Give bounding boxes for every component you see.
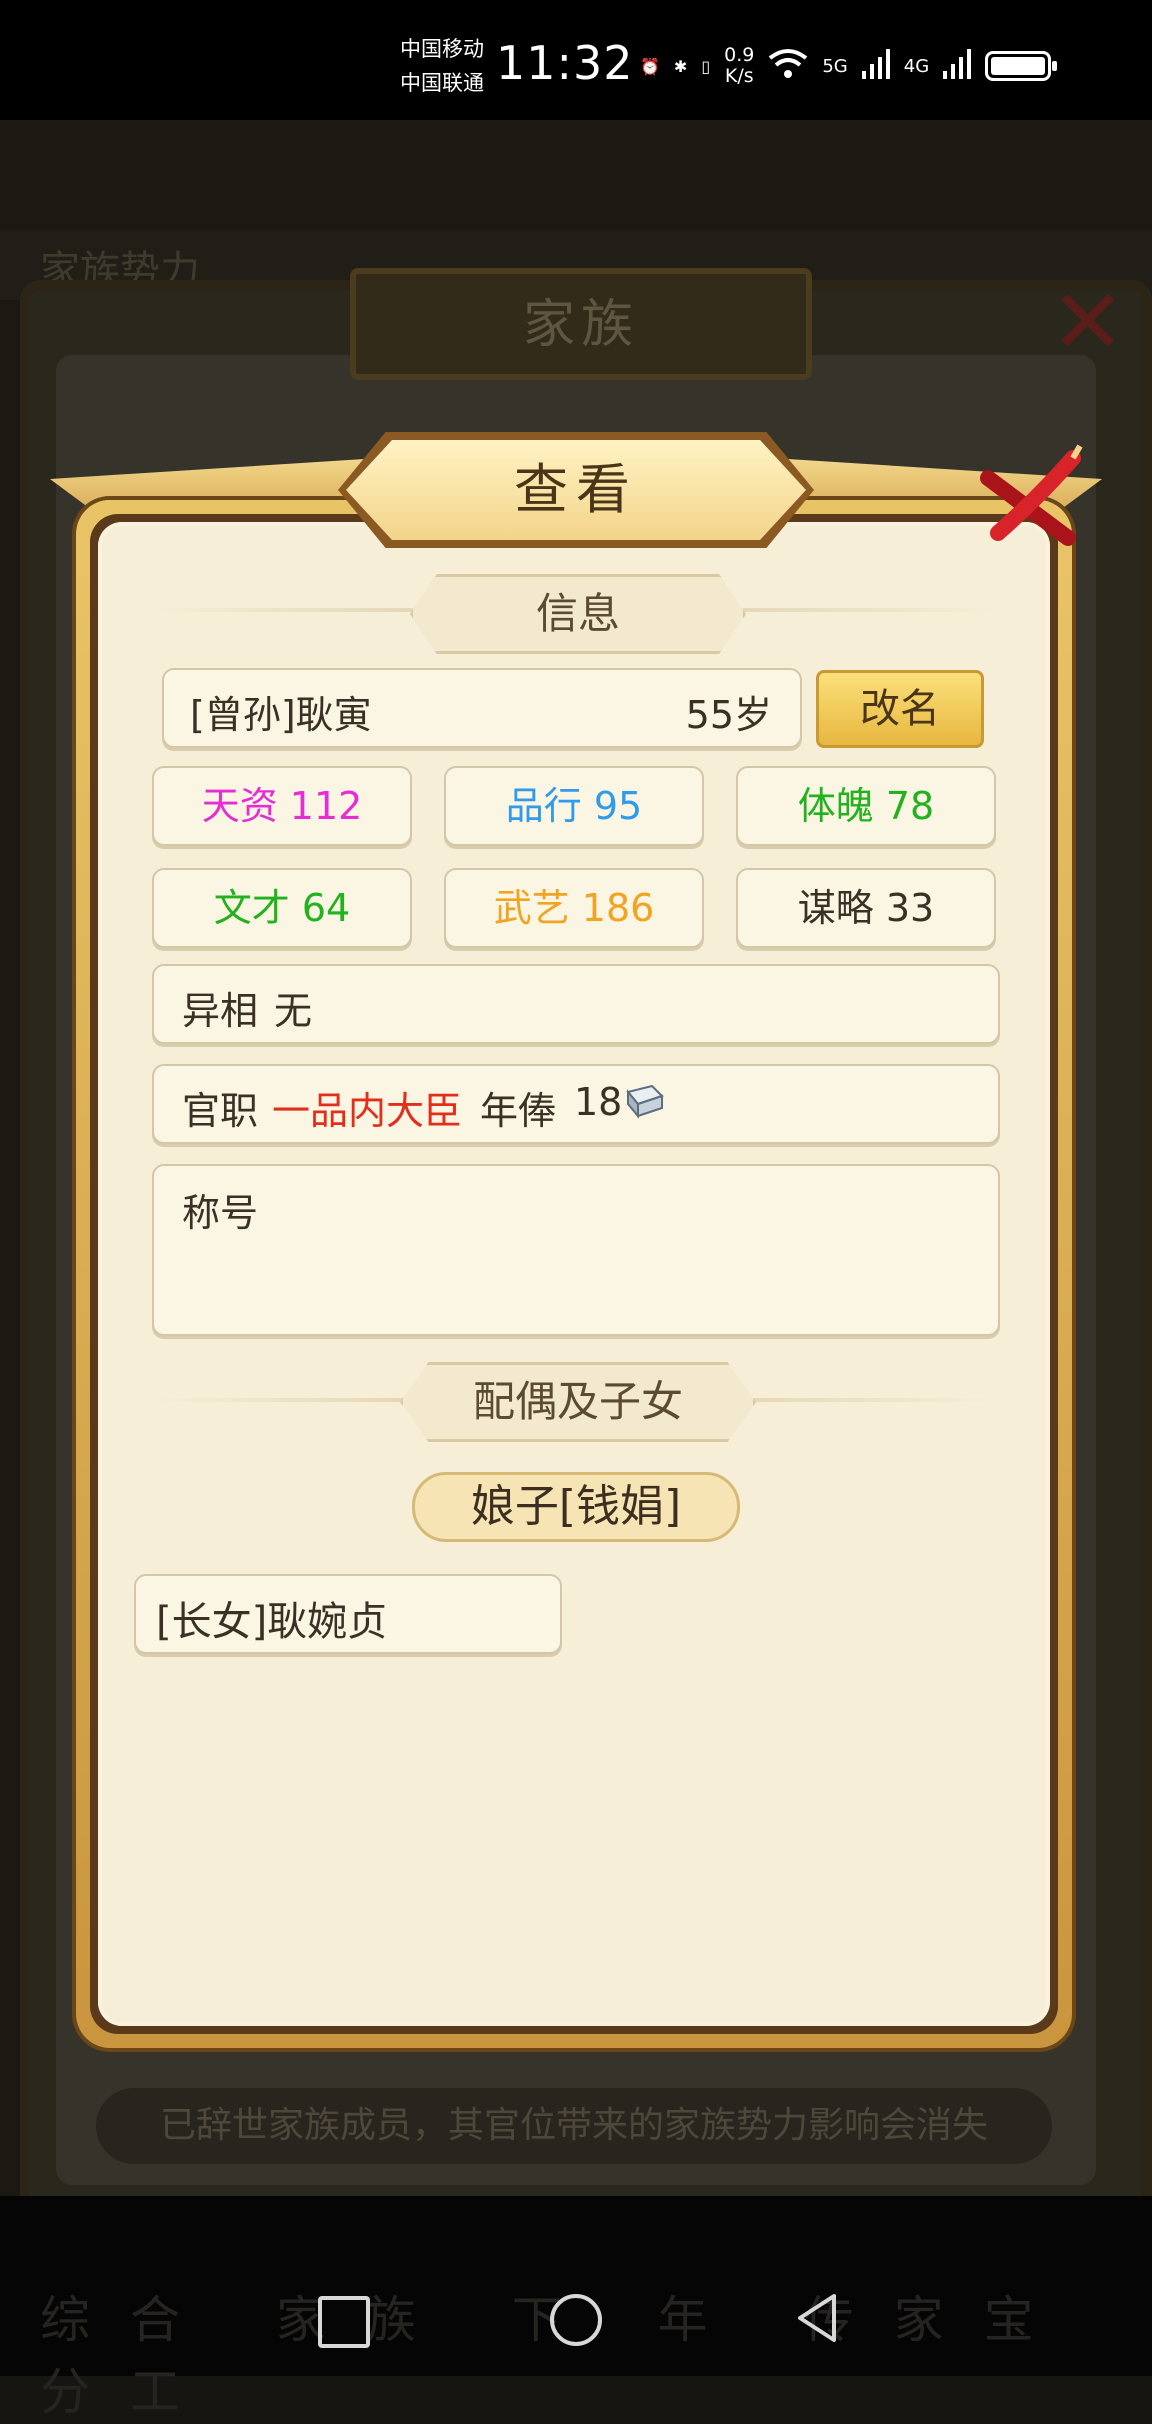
office-label: 官职: [182, 1089, 259, 1133]
stat-conduct-text: 品行 95: [505, 784, 643, 828]
trait-box: 异相 无: [152, 964, 1000, 1044]
salary-label: 年俸: [480, 1089, 557, 1133]
member-name: [曾孙]耿寅: [190, 693, 372, 737]
modal-title: 查看: [514, 458, 638, 521]
background-close-icon: ✕: [1050, 270, 1126, 375]
stat-literary-text: 文才 64: [213, 886, 351, 930]
back-button[interactable]: [790, 2290, 850, 2350]
stat-conduct: 品行 95: [444, 766, 704, 846]
signal-4g-label: 4G: [903, 55, 930, 77]
trait-label: 异相: [182, 989, 259, 1033]
signal-bars-icon-2: [943, 49, 972, 83]
honorific-box: 称号: [152, 1164, 1000, 1336]
wifi-icon: [768, 48, 808, 84]
stat-strategy: 谋略 33: [736, 868, 996, 948]
child-name: [长女]耿婉贞: [156, 1599, 388, 1645]
silver-ingot-icon: [622, 1082, 666, 1124]
office-box: 官职 一品内大臣 年俸 18: [152, 1064, 1000, 1144]
honorific-label: 称号: [182, 1191, 259, 1235]
signal-5g-label: 5G: [822, 55, 848, 77]
spouse-plate[interactable]: 娘子[钱娟]: [412, 1472, 740, 1542]
member-name-box: [曾孙]耿寅 55岁: [162, 668, 802, 748]
stat-martial: 武艺 186: [444, 868, 704, 948]
bluetooth-icon: ✱: [673, 56, 688, 76]
stat-literary: 文才 64: [152, 868, 412, 948]
trait-value: 无: [274, 989, 313, 1033]
home-button[interactable]: [546, 2290, 606, 2350]
signal-bars-icon: [861, 49, 890, 83]
member-age: 55岁: [685, 693, 772, 737]
carrier-1: 中国移动: [400, 37, 484, 61]
family-section-header: 配偶及子女: [400, 1362, 756, 1442]
spouse-name: 娘子[钱娟]: [470, 1481, 682, 1532]
net-speed-unit: K/s: [724, 65, 754, 87]
status-icons: ⏰ ✱ ▯ 0.9 K/s 5G 4G: [640, 42, 1058, 90]
clock: 11:32: [496, 36, 634, 90]
stat-physique: 体魄 78: [736, 766, 996, 846]
stat-physique-text: 体魄 78: [797, 784, 935, 828]
net-speed-value: 0.9: [724, 44, 755, 66]
info-section-header: 信息: [410, 574, 746, 654]
stat-martial-text: 武艺 186: [493, 886, 655, 930]
carrier-info: 中国移动 中国联通: [400, 32, 484, 100]
salary-value: 18: [574, 1080, 623, 1124]
carrier-2: 中国联通: [400, 71, 484, 95]
alarm-icon: ⏰: [640, 56, 660, 76]
recent-apps-button[interactable]: [312, 2290, 372, 2350]
battery-icon: [985, 51, 1058, 81]
office-value: 一品内大臣: [272, 1089, 463, 1133]
net-speed: 0.9 K/s: [724, 45, 754, 87]
stat-aptitude-text: 天资 112: [201, 784, 363, 828]
background-family-title: 家族: [522, 295, 639, 355]
vibrate-icon: ▯: [701, 56, 711, 76]
rename-button[interactable]: 改名: [816, 670, 984, 748]
stat-strategy-text: 谋略 33: [797, 886, 935, 930]
close-button[interactable]: [968, 438, 1088, 558]
stat-aptitude: 天资 112: [152, 766, 412, 846]
child-item[interactable]: [长女]耿婉贞: [134, 1574, 562, 1654]
close-icon: [980, 444, 1083, 546]
background-notice: 已辞世家族成员，其官位带来的家族势力影响会消失: [96, 2088, 1052, 2164]
